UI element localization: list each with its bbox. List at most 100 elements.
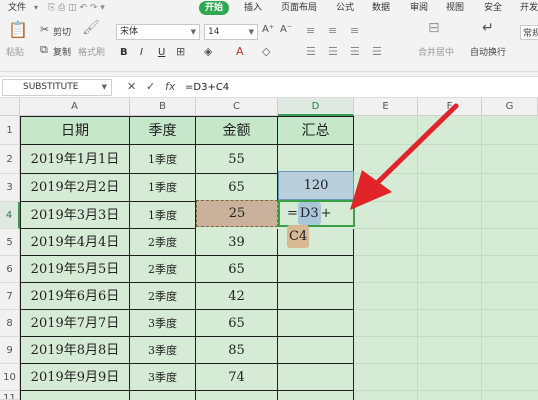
copy-label[interactable]: 复制 xyxy=(53,45,71,58)
font-color-icon[interactable]: A xyxy=(236,45,244,58)
wrap-text-label[interactable]: 自动换行 xyxy=(470,45,506,58)
cell-c1[interactable]: 金额 xyxy=(196,117,278,145)
cell-b2[interactable]: 1季度 xyxy=(130,145,196,174)
cell-d2[interactable] xyxy=(278,145,354,174)
cut-icon[interactable]: ✂ xyxy=(40,23,49,36)
cell-c7[interactable]: 42 xyxy=(196,283,278,310)
row-header-3[interactable]: 3 xyxy=(0,174,20,202)
cell-a10[interactable]: 2019年9月9日 xyxy=(21,364,130,391)
cell-b3[interactable]: 1季度 xyxy=(130,174,196,202)
menu-file[interactable]: 文件 xyxy=(8,1,26,15)
name-box[interactable]: SUBSTITUTE ▼ xyxy=(2,79,112,96)
row-header-5[interactable]: 5 xyxy=(0,229,20,256)
cell-b6[interactable]: 2季度 xyxy=(130,256,196,283)
bold-button[interactable]: B xyxy=(120,46,128,60)
cell-a3[interactable]: 2019年2月2日 xyxy=(21,174,130,202)
cell-c3[interactable]: 65 xyxy=(196,174,278,202)
cell-d9[interactable] xyxy=(278,337,354,364)
merge-center-label[interactable]: 合并居中 xyxy=(418,45,454,58)
align-middle-icon[interactable]: ≡ xyxy=(328,24,337,37)
font-grow-icon[interactable]: A⁺ xyxy=(262,24,274,35)
cell-a9[interactable]: 2019年8月8日 xyxy=(21,337,130,364)
format-painter-label[interactable]: 格式刷 xyxy=(78,45,105,58)
cell-a5[interactable]: 2019年4月4日 xyxy=(21,229,130,256)
cancel-icon[interactable]: ✕ xyxy=(127,80,136,93)
paste-icon[interactable]: 📋 xyxy=(8,20,28,39)
cell-b8[interactable]: 3季度 xyxy=(130,310,196,337)
cell-b11[interactable] xyxy=(130,391,196,400)
formula-input[interactable]: =D3+C4 xyxy=(185,79,229,96)
cell-d3[interactable]: 120 xyxy=(278,171,354,200)
cell-a4[interactable]: 2019年3月3日 xyxy=(21,202,130,229)
column-header-e[interactable]: E xyxy=(354,98,418,116)
cell-a11[interactable] xyxy=(21,391,130,400)
cell-c9[interactable]: 85 xyxy=(196,337,278,364)
cell-d7[interactable] xyxy=(278,283,354,310)
cell-a2[interactable]: 2019年1月1日 xyxy=(21,145,130,174)
font-size-select[interactable]: 14 ▼ xyxy=(204,24,258,40)
row-header-7[interactable]: 7 xyxy=(0,283,20,310)
italic-button[interactable]: I xyxy=(140,46,143,60)
column-header-g[interactable]: G xyxy=(482,98,538,116)
distributed-align-icon[interactable]: ☰ xyxy=(372,45,382,58)
cell-c5[interactable]: 39 xyxy=(196,229,278,256)
cell-c4[interactable]: 25 xyxy=(196,200,278,227)
copy-icon[interactable]: ⧉ xyxy=(40,43,48,57)
align-right-icon[interactable]: ☰ xyxy=(350,45,360,58)
column-header-f[interactable]: F xyxy=(418,98,482,116)
row-header-8[interactable]: 8 xyxy=(0,310,20,337)
fill-color-icon[interactable]: ◈ xyxy=(204,45,212,58)
font-name-select[interactable]: 宋体 ▼ xyxy=(116,24,200,40)
menu-review[interactable]: 审阅 xyxy=(410,1,428,15)
cell-d5[interactable] xyxy=(278,229,354,256)
menu-data[interactable]: 数据 xyxy=(372,1,390,15)
menu-insert[interactable]: 插入 xyxy=(244,1,262,15)
row-header-6[interactable]: 6 xyxy=(0,256,20,283)
cell-b9[interactable]: 3季度 xyxy=(130,337,196,364)
cell-a7[interactable]: 2019年6月6日 xyxy=(21,283,130,310)
menu-home[interactable]: 开始 xyxy=(199,1,230,15)
row-header-10[interactable]: 10 xyxy=(0,364,20,391)
cell-a8[interactable]: 2019年7月7日 xyxy=(21,310,130,337)
menu-chevron-icon[interactable]: ▾ xyxy=(34,1,38,15)
cell-d10[interactable] xyxy=(278,364,354,391)
cell-c11[interactable] xyxy=(196,391,278,400)
cell-c10[interactable]: 74 xyxy=(196,364,278,391)
clear-format-icon[interactable]: ◇ xyxy=(262,45,270,58)
cell-c6[interactable]: 65 xyxy=(196,256,278,283)
menu-security[interactable]: 安全 xyxy=(484,1,502,15)
paste-label[interactable]: 粘贴 xyxy=(6,45,24,58)
row-header-1[interactable]: 1 xyxy=(0,116,20,145)
quick-access-icons[interactable]: ⎘ ⎙ ◫ ↶ ↷ ▾ xyxy=(48,1,105,15)
underline-button[interactable]: U xyxy=(158,46,165,60)
cell-d1[interactable]: 汇总 xyxy=(278,117,354,145)
cell-d8[interactable] xyxy=(278,310,354,337)
font-shrink-icon[interactable]: A⁻ xyxy=(280,24,292,35)
row-header-9[interactable]: 9 xyxy=(0,337,20,364)
menu-formulas[interactable]: 公式 xyxy=(336,1,354,15)
fx-icon[interactable]: fx xyxy=(165,80,175,93)
column-header-b[interactable]: B xyxy=(130,98,196,116)
column-header-a[interactable]: A xyxy=(20,98,130,116)
confirm-icon[interactable]: ✓ xyxy=(146,80,155,93)
row-header-4[interactable]: 4 xyxy=(0,202,20,229)
menu-developer[interactable]: 开发 xyxy=(520,1,538,15)
row-header-2[interactable]: 2 xyxy=(0,145,20,174)
column-header-d[interactable]: D xyxy=(278,98,354,116)
cell-a1[interactable]: 日期 xyxy=(21,117,130,145)
cell-d6[interactable] xyxy=(278,256,354,283)
cell-a6[interactable]: 2019年5月5日 xyxy=(21,256,130,283)
align-left-icon[interactable]: ☰ xyxy=(306,45,316,58)
column-header-c[interactable]: C xyxy=(196,98,278,116)
align-center-icon[interactable]: ☰ xyxy=(328,45,338,58)
wrap-text-icon[interactable]: ↵ xyxy=(482,20,494,36)
merge-center-icon[interactable]: ⊟ xyxy=(428,20,440,36)
cell-b10[interactable]: 3季度 xyxy=(130,364,196,391)
cell-c8[interactable]: 65 xyxy=(196,310,278,337)
number-format-select[interactable]: 常规 xyxy=(520,25,538,40)
cell-b4[interactable]: 1季度 xyxy=(130,202,196,229)
cell-d4-editing[interactable]: = D3 +C4 xyxy=(278,200,355,248)
cell-b5[interactable]: 2季度 xyxy=(130,229,196,256)
menu-page-layout[interactable]: 页面布局 xyxy=(281,1,317,15)
align-top-icon[interactable]: ≡ xyxy=(306,24,315,37)
